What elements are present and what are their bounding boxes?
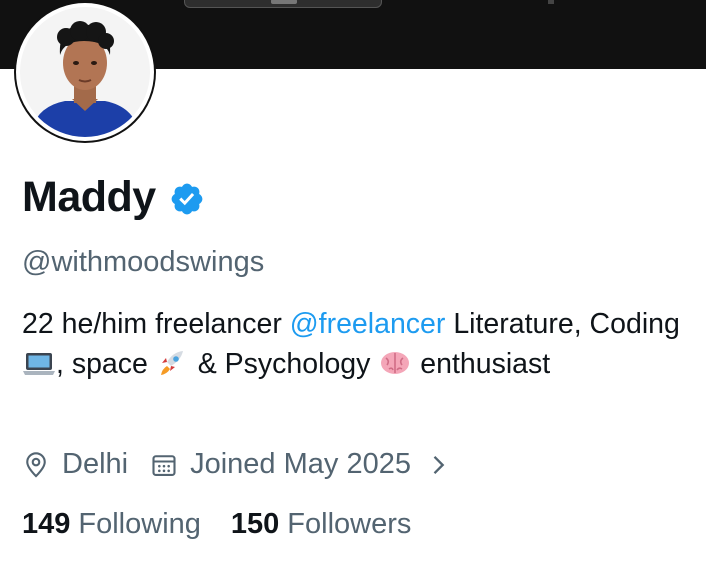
- avatar-image: [20, 7, 150, 137]
- display-name: Maddy: [22, 173, 156, 221]
- following-label: Following: [78, 508, 201, 540]
- profile-name-row: Maddy: [22, 173, 205, 222]
- bio-text: & Psychology: [189, 348, 379, 380]
- brain-emoji-icon: [381, 352, 410, 374]
- bio-text: , space: [56, 348, 156, 380]
- laptop-emoji-icon: [23, 353, 55, 375]
- joined-item[interactable]: Joined May 2025: [150, 448, 447, 481]
- followers-link[interactable]: 150 Followers: [231, 508, 411, 541]
- verified-badge-icon[interactable]: [169, 181, 205, 217]
- profile-meta-row: Delhi Joined May 2025: [22, 448, 447, 481]
- location-item: Delhi: [22, 448, 128, 481]
- bio-text: 22 he/him freelancer: [22, 308, 290, 340]
- following-count: 149: [22, 508, 71, 540]
- location-pin-icon: [26, 451, 46, 478]
- banner-device-shape: [184, 0, 382, 8]
- following-link[interactable]: 149 Following: [22, 508, 201, 541]
- profile-handle: @withmoodswings: [22, 246, 265, 278]
- avatar[interactable]: [16, 3, 154, 141]
- chevron-right-icon[interactable]: [429, 451, 447, 479]
- profile-stats: 149 Following 150 Followers: [22, 508, 411, 541]
- joined-text: Joined May 2025: [190, 448, 411, 480]
- rocket-emoji-icon: [160, 351, 183, 375]
- bio-text: Literature, Coding: [445, 308, 680, 340]
- calendar-icon: [152, 454, 176, 476]
- followers-label: Followers: [287, 508, 412, 540]
- location-text: Delhi: [62, 448, 129, 480]
- bio-mention-link[interactable]: @freelancer: [290, 308, 446, 340]
- banner-detail: [548, 0, 554, 4]
- profile-bio: 22 he/him freelancer @freelancer Literat…: [22, 304, 692, 384]
- followers-count: 150: [230, 508, 280, 540]
- bio-text: enthusiast: [412, 348, 551, 380]
